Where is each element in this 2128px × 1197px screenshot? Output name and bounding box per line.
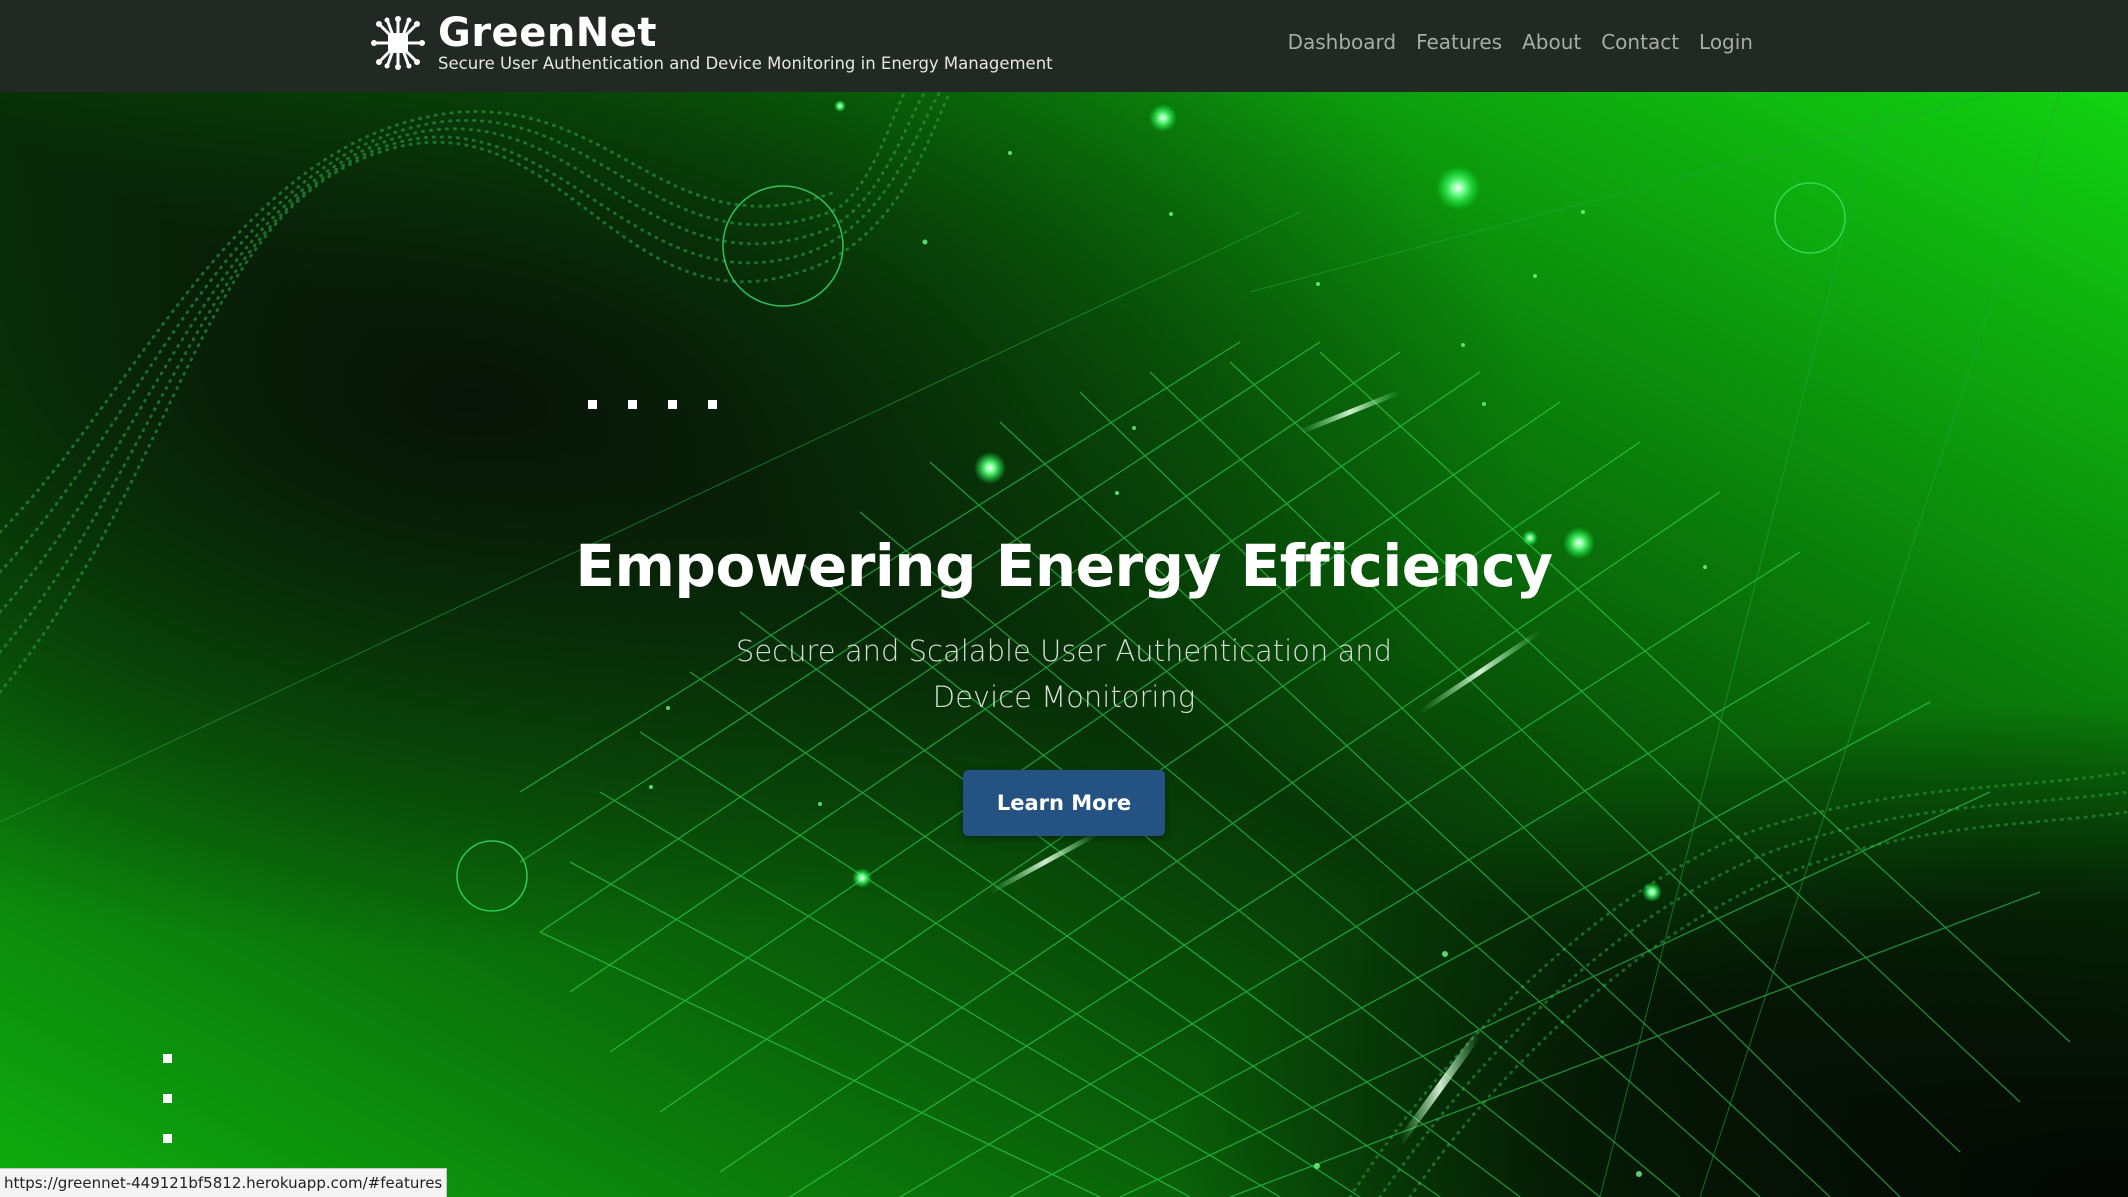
navbar: GreenNet Secure User Authentication and … — [0, 0, 2128, 92]
circuit-chip-icon — [371, 16, 425, 70]
hero-section: Empowering Energy Efficiency Secure and … — [0, 92, 2128, 1197]
hero-title: Empowering Energy Efficiency — [575, 532, 1553, 600]
nav-link-contact[interactable]: Contact — [1601, 30, 1679, 54]
hero-content: Empowering Energy Efficiency Secure and … — [0, 532, 2128, 836]
main-nav: Dashboard Features About Contact Login — [1288, 30, 1753, 54]
hero-subtitle: Secure and Scalable User Authentication … — [735, 634, 1393, 714]
nav-link-features[interactable]: Features — [1416, 30, 1502, 54]
nav-link-about[interactable]: About — [1522, 30, 1581, 54]
nav-link-login[interactable]: Login — [1699, 30, 1753, 54]
nav-link-dashboard[interactable]: Dashboard — [1288, 30, 1397, 54]
brand-title: GreenNet — [438, 10, 658, 56]
brand-tagline: Secure User Authentication and Device Mo… — [438, 54, 1053, 73]
status-bar-url: https://greennet-449121bf5812.herokuapp.… — [0, 1168, 448, 1197]
learn-more-button[interactable]: Learn More — [962, 770, 1166, 836]
